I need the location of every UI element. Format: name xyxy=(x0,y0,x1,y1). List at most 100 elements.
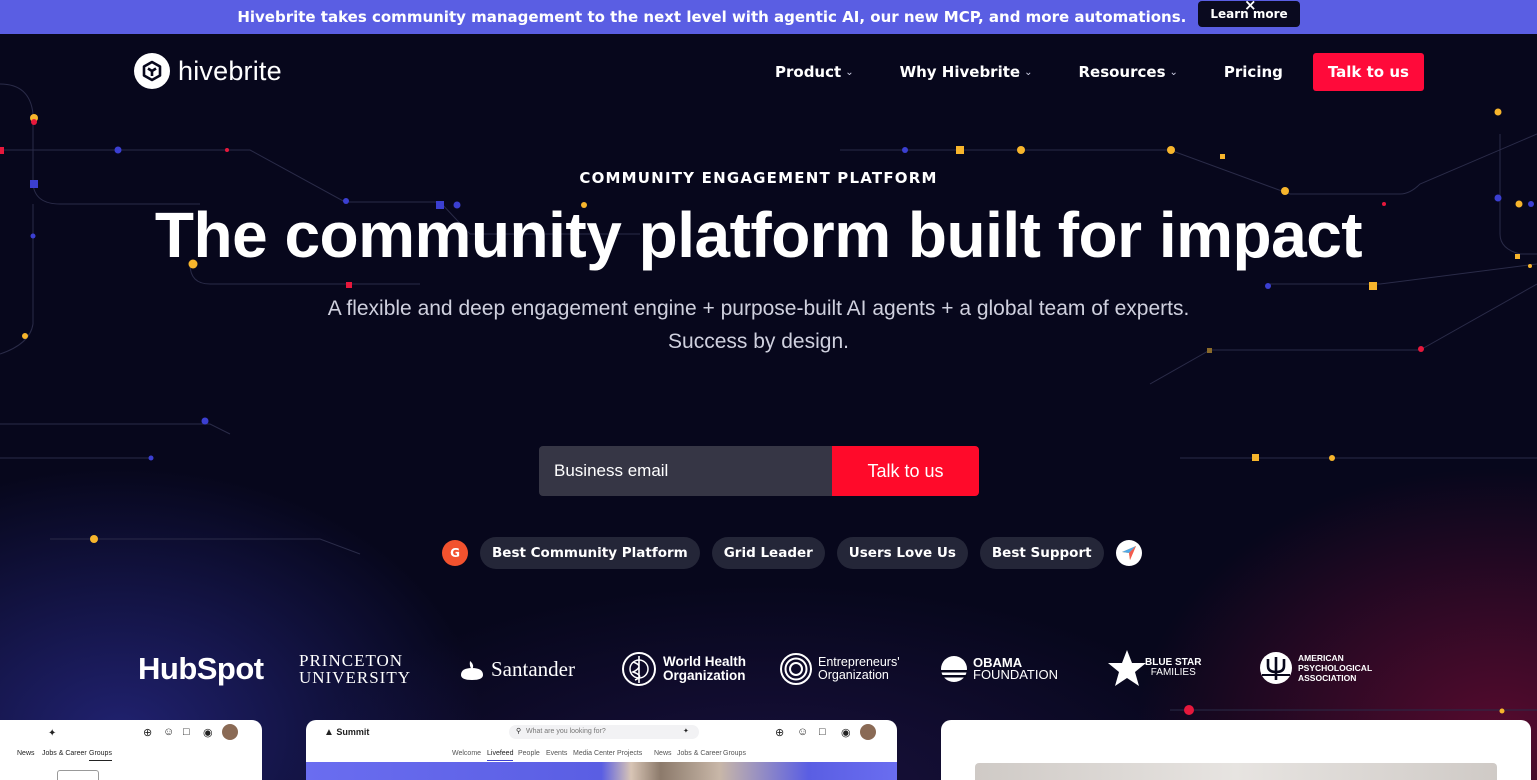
announcement-bar: Hivebrite takes community management to … xyxy=(0,0,1537,34)
apa-line-2: PSYCHOLOGICAL xyxy=(1298,663,1373,673)
hivebrite-logo-icon xyxy=(134,53,170,89)
obama-foundation-logo: OBAMA FOUNDATION xyxy=(939,654,1058,684)
nav-pricing[interactable]: Pricing xyxy=(1224,63,1283,81)
tab-media-center[interactable]: Media Center xyxy=(573,750,615,757)
hero-subtitle-line-2: Success by design. xyxy=(668,330,849,353)
award-badges: G Best Community Platform Grid Leader Us… xyxy=(442,537,1142,569)
princeton-logo: PRINCETON UNIVERSITY xyxy=(299,652,411,686)
announcement-text: Hivebrite takes community management to … xyxy=(237,8,1187,26)
who-text: World Health Organization xyxy=(663,655,746,683)
summit-brand: ▲ Summit xyxy=(324,727,369,738)
tab-events[interactable]: Events xyxy=(546,750,567,757)
summit-hero-image xyxy=(306,762,897,780)
add-icon: ⊕ xyxy=(143,727,153,739)
nav-pricing-label: Pricing xyxy=(1223,63,1283,81)
badge-best-community-platform: Best Community Platform xyxy=(480,537,700,569)
sparkle-icon: ✦ xyxy=(683,728,689,735)
tab-livefeed[interactable]: Livefeed xyxy=(487,750,514,761)
apa-line-1: AMERICAN xyxy=(1298,653,1344,663)
product-preview-card-left: ✦ ⊕ ☺ □ ◉ News Jobs & Career Groups xyxy=(0,720,262,780)
tab-projects[interactable]: Projects xyxy=(617,750,642,757)
apa-text: AMERICAN PSYCHOLOGICAL ASSOCIATION xyxy=(1298,653,1372,683)
customer-logos: HubSpot PRINCETON UNIVERSITY Santander W… xyxy=(0,648,1537,692)
email-signup-form: Talk to us xyxy=(539,446,979,496)
tab-news[interactable]: News xyxy=(17,750,35,757)
badge-grid-leader: Grid Leader xyxy=(711,537,825,569)
capterra-icon xyxy=(1115,540,1142,566)
chevron-down-icon: ⌄ xyxy=(1024,66,1033,78)
avatar[interactable] xyxy=(222,724,238,740)
people-icon: ☺ xyxy=(797,726,809,738)
bell-icon: ◉ xyxy=(841,727,851,739)
hero-headline: The community platform built for impact xyxy=(154,199,1363,271)
nav-why-label: Why Hivebrite xyxy=(899,63,1021,81)
group-filter-box[interactable] xyxy=(57,770,99,780)
apa-line-3: ASSOCIATION xyxy=(1298,673,1357,683)
hivebrite-logo[interactable]: hivebrite xyxy=(134,53,282,89)
tab-jobs-career[interactable]: Jobs & Career xyxy=(42,750,87,757)
santander-name: Santander xyxy=(491,657,575,681)
summit-mountain-icon: ▲ xyxy=(324,727,334,738)
chat-icon: □ xyxy=(183,726,190,738)
obama-text: OBAMA FOUNDATION xyxy=(973,656,1058,682)
people-icon: ☺ xyxy=(163,726,175,738)
product-preview-card-right xyxy=(941,720,1531,780)
eo-text: Entrepreneurs' Organization xyxy=(818,656,900,682)
eo-line-2: Organization xyxy=(818,668,889,682)
nav-resources-label: Resources xyxy=(1078,63,1166,81)
obama-line-2: FOUNDATION xyxy=(973,667,1058,682)
santander-logo: Santander xyxy=(459,657,575,682)
chevron-down-icon: ⌄ xyxy=(1169,66,1178,78)
obama-sunrise-icon xyxy=(941,656,967,682)
apa-psi-icon xyxy=(1260,652,1292,684)
search-icon: ⚲ xyxy=(516,728,522,735)
who-line-1: World Health xyxy=(663,654,747,669)
santander-flame-icon xyxy=(461,660,483,680)
tab-groups[interactable]: Groups xyxy=(89,750,112,761)
who-logo: World Health Organization xyxy=(619,650,746,688)
bell-icon: ◉ xyxy=(203,727,213,739)
entrepreneurs-organization-logo: Entrepreneurs' Organization xyxy=(779,652,900,686)
nav-product-label: Product xyxy=(775,63,842,81)
summit-brand-name: Summit xyxy=(336,727,370,737)
brand-name: hivebrite xyxy=(178,55,282,86)
product-preview-card-summit: ▲ Summit ⚲ What are you looking for? ✦ ⊕… xyxy=(306,720,897,780)
business-email-input[interactable] xyxy=(539,446,832,496)
talk-to-us-nav-button[interactable]: Talk to us xyxy=(1312,53,1424,91)
tab-people[interactable]: People xyxy=(518,750,540,757)
g2-icon: G xyxy=(442,540,468,566)
badge-best-support: Best Support xyxy=(979,537,1104,569)
sparkle-icon: ✦ xyxy=(48,728,57,739)
star-icon xyxy=(1108,650,1146,686)
tab-groups[interactable]: Groups xyxy=(723,750,746,757)
chat-icon: □ xyxy=(819,726,826,738)
tab-jobs-career[interactable]: Jobs & Career xyxy=(677,750,722,757)
close-icon[interactable]: × xyxy=(1244,0,1257,14)
main-nav: Product ⌄ Why Hivebrite ⌄ Resources ⌄ Pr… xyxy=(775,53,1424,91)
who-emblem-icon xyxy=(622,652,656,686)
hubspot-logo: HubSpot xyxy=(138,651,264,686)
preview-image xyxy=(975,763,1497,780)
who-line-2: Organization xyxy=(663,668,746,683)
tab-news[interactable]: News xyxy=(654,750,672,757)
nav-why-hivebrite[interactable]: Why Hivebrite ⌄ xyxy=(900,63,1033,81)
nav-resources[interactable]: Resources ⌄ xyxy=(1078,63,1177,81)
badge-users-love-us: Users Love Us xyxy=(836,537,968,569)
add-icon: ⊕ xyxy=(775,727,785,739)
hero-subtitle: A flexible and deep engagement engine + … xyxy=(0,292,1517,358)
hero-subtitle-line-1: A flexible and deep engagement engine + … xyxy=(327,297,1190,320)
apa-logo: AMERICAN PSYCHOLOGICAL ASSOCIATION xyxy=(1259,651,1372,685)
bluestar-line-2: FAMILIES xyxy=(1150,667,1196,678)
princeton-line-2: UNIVERSITY xyxy=(299,668,411,687)
blue-star-families-logo: BLUE STAR FAMILIES xyxy=(1107,648,1201,688)
summit-search-placeholder: What are you looking for? xyxy=(526,728,606,735)
nav-product[interactable]: Product ⌄ xyxy=(775,63,854,81)
talk-to-us-submit-button[interactable]: Talk to us xyxy=(832,446,979,496)
chevron-down-icon: ⌄ xyxy=(845,66,854,78)
avatar[interactable] xyxy=(860,724,876,740)
bluestar-text: BLUE STAR FAMILIES xyxy=(1145,658,1201,678)
tab-welcome[interactable]: Welcome xyxy=(452,750,481,757)
princeton-line-1: PRINCETON xyxy=(299,651,404,670)
hero-section: hivebrite Product ⌄ Why Hivebrite ⌄ Reso… xyxy=(0,34,1537,780)
hero-eyebrow: COMMUNITY ENGAGEMENT PLATFORM xyxy=(579,169,938,187)
